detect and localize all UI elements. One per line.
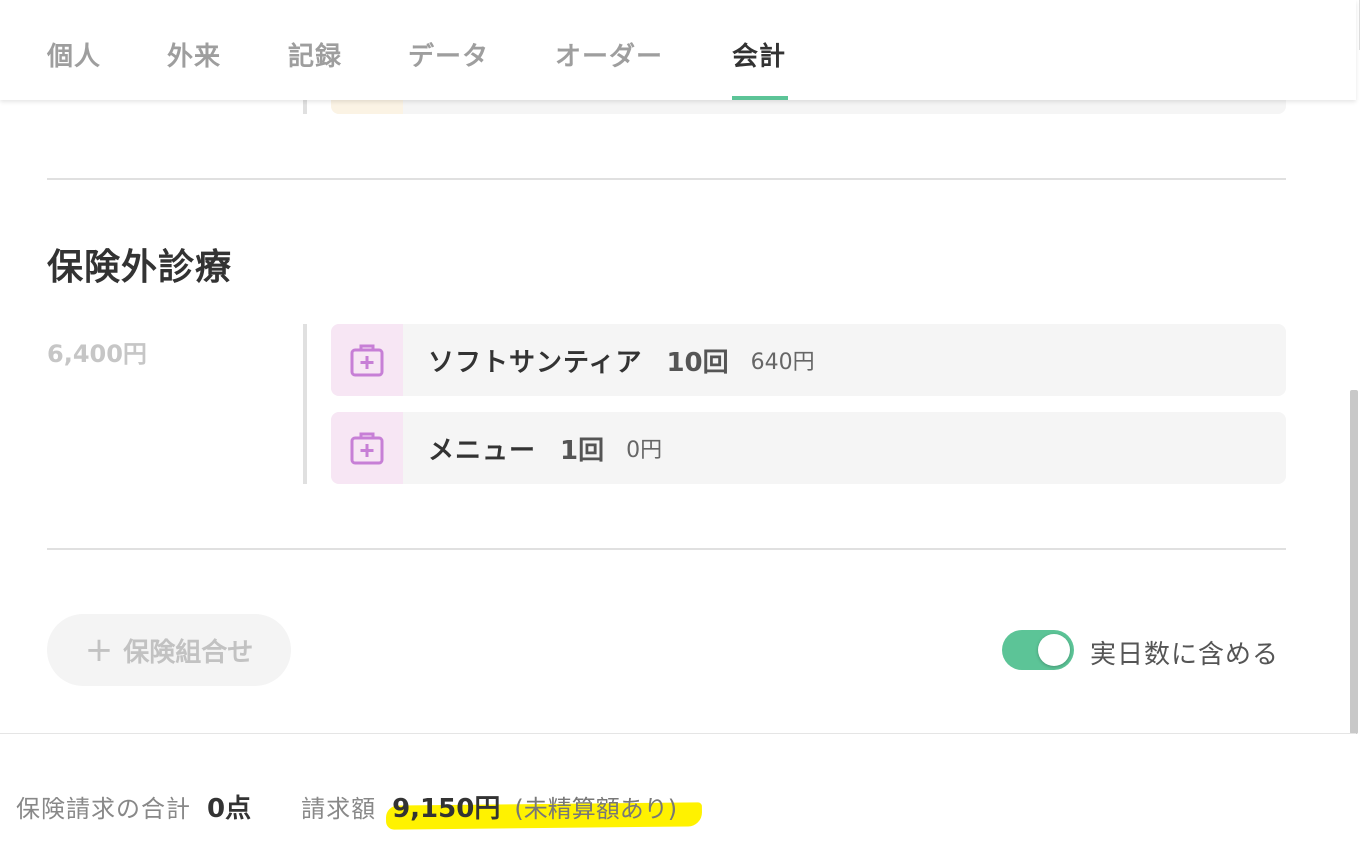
tab-bar: 個人 外来 記録 データ オーダー 会計 [0, 0, 1356, 100]
previous-section-bar [303, 100, 307, 114]
item-icon-box [331, 324, 403, 396]
item-count: 1回 [560, 435, 605, 466]
item-text: ソフトサンティア 10回 640円 [428, 324, 815, 396]
insurance-total-label: 保険請求の合計 [16, 794, 191, 823]
active-tab-indicator [732, 96, 788, 100]
tab-orders[interactable]: オーダー [555, 36, 663, 100]
add-insurance-label: 保険組合せ [123, 637, 254, 668]
item-name: ソフトサンティア [428, 347, 643, 378]
section-title: 保険外診療 [47, 247, 233, 288]
footer-summary: 保険請求の合計 0点 請求額 9,150円 (未精算額あり) [16, 786, 703, 830]
previous-item-card[interactable] [331, 100, 1286, 114]
item-icon-box [331, 412, 403, 484]
tab-accounting[interactable]: 会計 [732, 36, 786, 100]
item-card[interactable]: メニュー 1回 0円 [331, 412, 1286, 484]
item-name: メニュー [428, 435, 537, 466]
plus-icon: + [84, 630, 114, 670]
tab-personal[interactable]: 個人 [47, 36, 101, 100]
tab-outpatient[interactable]: 外来 [167, 36, 221, 100]
tab-data[interactable]: データ [408, 36, 489, 100]
item-price: 0円 [626, 438, 663, 463]
include-actual-days-toggle[interactable] [1002, 630, 1074, 670]
insurance-total-value: 0点 [207, 793, 252, 824]
section-divider [47, 548, 1286, 550]
billing-amount-label: 請求額 [301, 794, 377, 823]
item-text: メニュー 1回 0円 [428, 412, 662, 484]
item-card[interactable]: ソフトサンティア 10回 640円 [331, 324, 1286, 396]
medical-kit-icon [350, 432, 384, 465]
accounting-page: 個人 外来 記録 データ オーダー 会計 保険外診療 6,400円 ソフトサンテ… [0, 0, 1366, 858]
billing-amount-value: 9,150円 [392, 793, 501, 824]
item-count: 10回 [666, 347, 729, 378]
item-price: 640円 [750, 350, 815, 375]
medical-kit-icon [350, 344, 384, 377]
billing-footer: 保険請求の合計 0点 請求額 9,150円 (未精算額あり) [0, 733, 1356, 858]
section-divider [47, 178, 1286, 180]
tab-records[interactable]: 記録 [288, 36, 342, 100]
previous-item-icon-box [331, 100, 403, 114]
add-insurance-combination-button[interactable]: + 保険組合せ [47, 614, 291, 686]
section-amount: 6,400円 [47, 340, 147, 368]
billing-amount-note: (未精算額あり) [514, 794, 678, 823]
include-actual-days-label: 実日数に含める [1090, 640, 1280, 670]
divider [1359, 0, 1360, 50]
toggle-knob [1038, 634, 1070, 666]
section-bar [303, 324, 307, 484]
billing-amount: 9,150円 (未精算額あり) [385, 788, 703, 830]
scrollbar-thumb[interactable] [1350, 390, 1358, 734]
